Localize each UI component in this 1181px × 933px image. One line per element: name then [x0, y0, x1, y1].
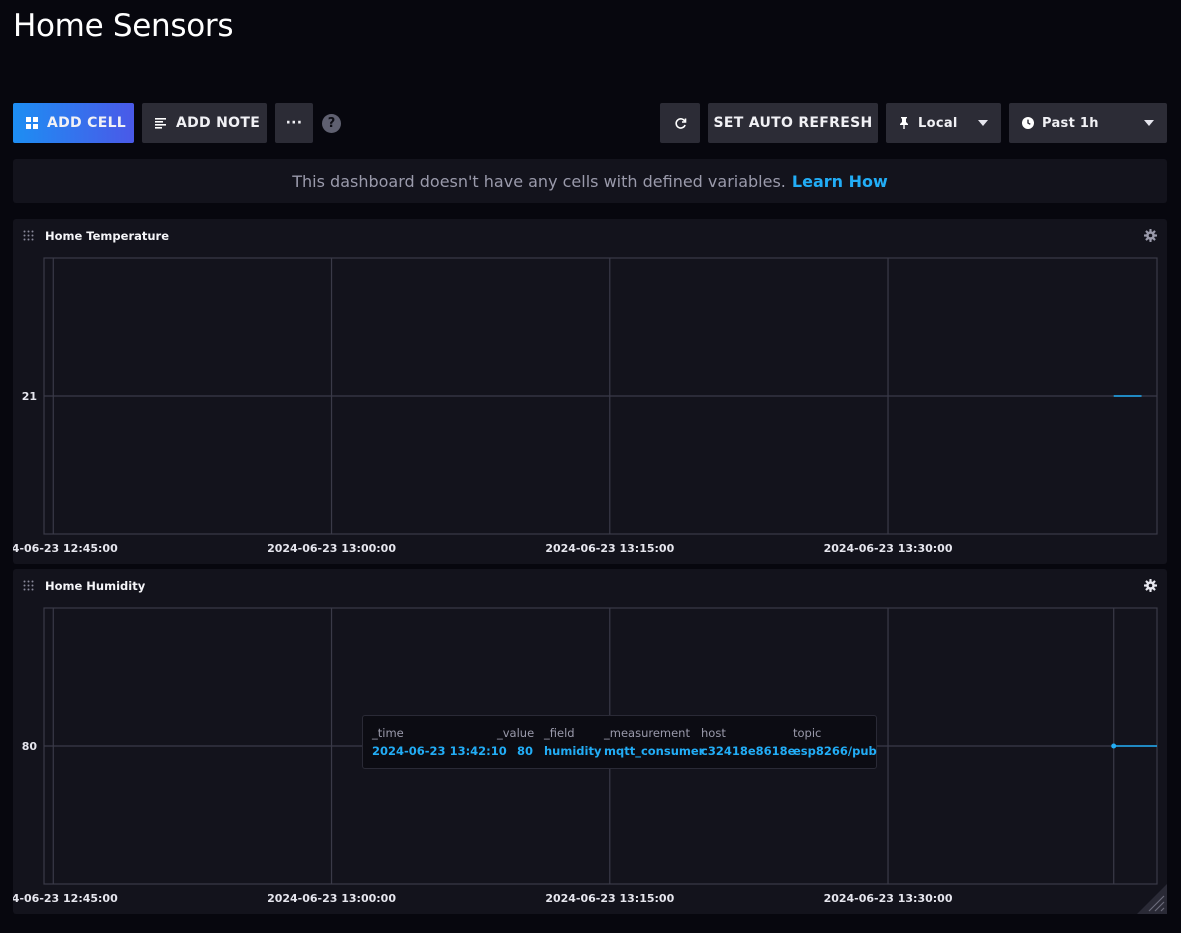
tooltip-column: _value 80	[497, 726, 535, 758]
tooltip-header: _value	[497, 726, 535, 740]
refresh-icon	[674, 117, 686, 129]
tooltip-column: _measurement mqtt_consumer	[604, 726, 704, 758]
tooltip-header: _time	[372, 726, 404, 740]
x-tick-label: 2024-06-23 13:15:00	[545, 892, 674, 905]
x-tick-label: 2024-06-23 13:00:00	[267, 542, 396, 555]
temperature-chart: 2024-06-23 12:45:00 2024-06-23 13:00:00 20…	[13, 257, 1158, 555]
tooltip-value: esp8266/pub	[793, 744, 877, 758]
clock-icon	[1022, 117, 1034, 129]
refresh-button[interactable]	[660, 103, 700, 143]
learn-how-link[interactable]: Learn How	[792, 172, 888, 191]
cell-title: Home Temperature	[45, 229, 170, 243]
add-cell-label: ADD CELL	[47, 115, 127, 131]
set-auto-refresh-button[interactable]: SET AUTO REFRESH	[708, 103, 878, 143]
add-note-button[interactable]: ADD NOTE	[142, 103, 267, 143]
page-title: Home Sensors	[13, 8, 234, 44]
variables-banner: This dashboard doesn't have any cells wi…	[13, 159, 1167, 203]
help-icon[interactable]: ?	[322, 114, 341, 133]
tooltip-value: 80	[516, 744, 533, 758]
gear-icon[interactable]	[1144, 229, 1157, 242]
tooltip-column: host c32418e8618e	[701, 726, 795, 758]
cell-home-temperature: 2024-06-23 12:45:00 2024-06-23 13:00:00 20…	[13, 219, 1167, 564]
chevron-down-icon	[978, 120, 988, 126]
tooltip-header: host	[701, 726, 726, 740]
y-tick-label: 80	[22, 740, 38, 753]
tooltip-column: topic esp8266/pub	[793, 726, 877, 758]
tooltip-value: c32418e8618e	[701, 744, 796, 758]
tooltip-column: _field humidity	[544, 726, 601, 758]
banner-text: This dashboard doesn't have any cells wi…	[292, 171, 786, 191]
x-tick-label: 2024-06-23 13:00:00	[267, 892, 396, 905]
x-tick-label: 2024-06-23 13:30:00	[824, 892, 953, 905]
grid-icon	[26, 117, 38, 129]
drag-handle-icon[interactable]	[23, 230, 34, 241]
tooltip-header: _measurement	[604, 726, 690, 740]
resize-handle-icon[interactable]	[1137, 884, 1167, 914]
pin-icon	[900, 117, 908, 129]
timezone-label: Local	[918, 115, 958, 131]
time-range-dropdown[interactable]: Past 1h	[1009, 103, 1167, 143]
x-tick-label: 2024-06-23 13:15:00	[545, 542, 674, 555]
x-tick-label: 2024-06-23 13:30:00	[824, 542, 953, 555]
add-cell-button[interactable]: ADD CELL	[13, 103, 134, 143]
tooltip-value: 2024-06-23 13:42:10	[372, 744, 507, 758]
more-options-button[interactable]: ···	[275, 103, 313, 143]
chevron-down-icon	[1144, 120, 1154, 126]
text-lines-icon	[155, 117, 166, 129]
x-tick-label: 2024-06-23 12:45:00	[13, 892, 118, 905]
tooltip-header: _field	[544, 726, 575, 740]
drag-handle-icon[interactable]	[23, 580, 34, 591]
timezone-dropdown[interactable]: Local	[886, 103, 1001, 143]
time-range-label: Past 1h	[1042, 115, 1099, 131]
tooltip-header: topic	[793, 726, 822, 740]
data-tooltip: _time 2024-06-23 13:42:10 _value 80 _field…	[362, 715, 877, 769]
x-tick-label: 2024-06-23 12:45:00	[13, 542, 118, 555]
tooltip-value: mqtt_consumer	[604, 744, 705, 758]
gear-icon[interactable]	[1144, 579, 1157, 592]
add-note-label: ADD NOTE	[176, 115, 261, 131]
y-tick-label: 21	[22, 390, 37, 403]
cell-title: Home Humidity	[45, 579, 146, 593]
tooltip-column: _time 2024-06-23 13:42:10	[372, 726, 507, 758]
data-point[interactable]	[1111, 743, 1117, 749]
tooltip-value: humidity	[544, 744, 602, 758]
